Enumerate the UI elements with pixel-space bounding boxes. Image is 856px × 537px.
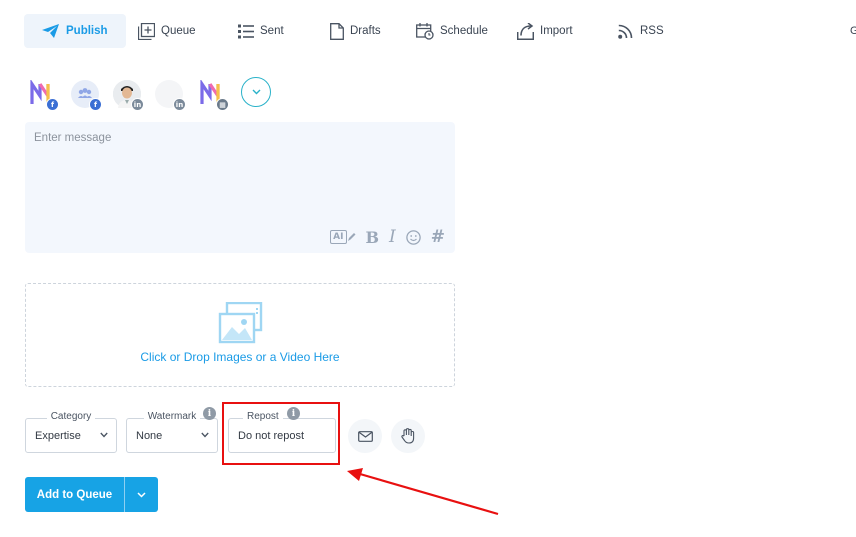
ai-assist-button[interactable]: AI [330,230,355,244]
category-legend: Category [26,411,116,422]
google-business-badge-icon: ▦ [216,98,229,111]
info-icon[interactable]: i [203,407,216,420]
tab-sent-label: Sent [260,25,284,37]
paper-plane-icon [42,24,59,38]
email-button[interactable] [348,419,382,453]
category-select[interactable]: Category Expertise [25,411,117,453]
more-accounts-button[interactable] [241,77,271,107]
hashtag-button[interactable]: # [431,227,445,247]
account-avatar[interactable]: f [71,80,102,111]
nav-cut-off-item[interactable]: G [850,25,856,37]
rss-icon [618,24,633,39]
images-icon [218,302,263,344]
facebook-badge-icon: f [46,98,59,111]
list-icon [238,24,254,38]
ai-icon: AI [330,230,347,244]
watermark-label: Watermark [143,411,201,422]
category-label: Category [46,411,96,422]
add-to-queue-group: Add to Queue [25,477,158,512]
annotation-highlight-box [222,402,340,465]
tab-publish[interactable]: Publish [24,14,126,48]
chevron-down-icon [100,432,108,438]
emoji-button[interactable] [406,229,421,245]
tab-rss[interactable]: RSS [618,14,664,48]
add-to-queue-button[interactable]: Add to Queue [25,477,124,512]
tab-sent[interactable]: Sent [238,14,284,48]
tab-schedule[interactable]: Schedule [416,14,488,48]
account-avatar[interactable]: in [155,80,186,111]
tab-queue[interactable]: Queue [138,14,196,48]
dropzone-text: Click or Drop Images or a Video Here [140,350,340,364]
linkedin-badge-icon: in [173,98,186,111]
tab-schedule-label: Schedule [440,25,488,37]
watermark-select[interactable]: Watermark i None [126,407,218,453]
calendar-clock-icon [416,22,434,40]
add-to-queue-options-button[interactable] [125,477,158,512]
italic-button[interactable]: I [389,227,396,247]
envelope-icon [357,430,373,442]
import-icon [517,22,534,40]
bold-button[interactable]: B [366,228,380,247]
tab-drafts-label: Drafts [350,25,381,37]
facebook-badge-icon: f [89,98,102,111]
pencil-icon [347,233,355,241]
watermark-value: None [136,430,163,442]
account-avatar[interactable]: f [28,78,59,111]
chevron-down-icon [252,89,260,95]
message-editor: AI B I # [25,122,455,253]
linkedin-badge-icon: in [131,98,144,111]
queue-icon [138,22,155,40]
document-icon [330,22,344,40]
hand-icon [401,428,415,444]
message-input[interactable] [25,122,455,222]
tab-drafts[interactable]: Drafts [330,14,381,48]
tab-rss-label: RSS [640,25,664,37]
smiley-icon [406,229,421,245]
tab-queue-label: Queue [161,25,196,37]
media-dropzone[interactable]: Click or Drop Images or a Video Here [25,283,455,387]
manual-approval-button[interactable] [391,419,425,453]
category-value: Expertise [35,430,81,442]
account-avatar[interactable]: in [113,80,144,111]
tab-publish-label: Publish [66,25,108,37]
chevron-down-icon [137,491,146,498]
tab-import[interactable]: Import [517,14,573,48]
chevron-down-icon [201,432,209,438]
account-avatar[interactable]: ▦ [198,78,229,111]
editor-toolbar: AI B I # [330,227,445,247]
tab-import-label: Import [540,25,573,37]
